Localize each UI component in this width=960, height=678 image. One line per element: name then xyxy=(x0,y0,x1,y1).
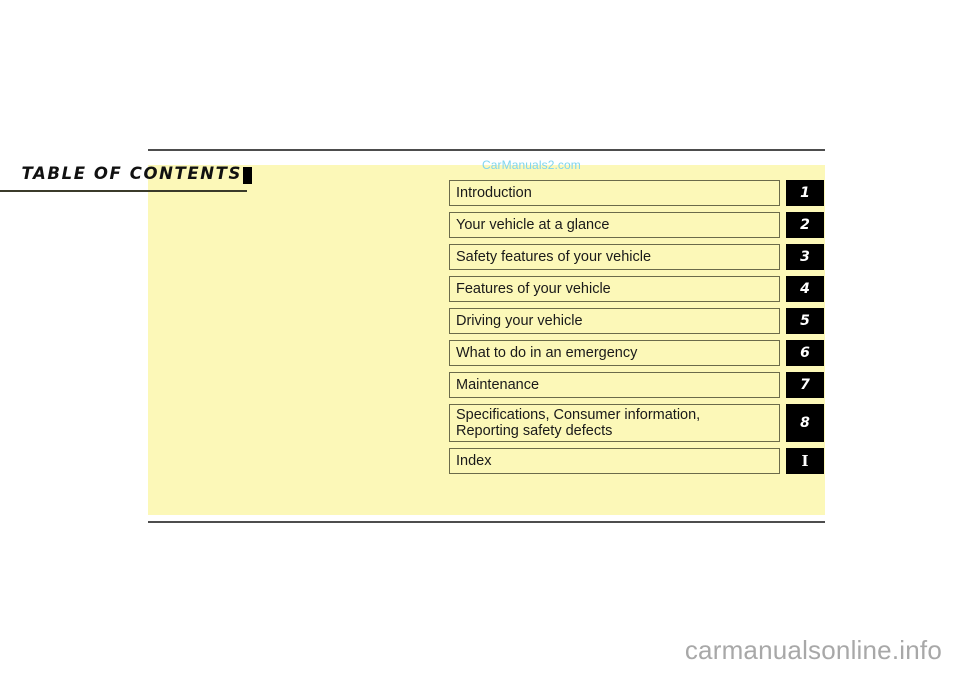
toc-badge-9[interactable]: I xyxy=(786,448,824,474)
toc-entry-label: What to do in an emergency xyxy=(456,345,638,361)
page-title: TABLE OF CONTENTS xyxy=(21,164,242,183)
title-block-marker-icon xyxy=(243,167,252,184)
toc-badge-label: 7 xyxy=(800,377,810,393)
toc-entry-2[interactable]: Your vehicle at a glance xyxy=(449,212,780,238)
toc-entry-6[interactable]: What to do in an emergency xyxy=(449,340,780,366)
toc-badge-3[interactable]: 3 xyxy=(786,244,824,270)
toc-badge-label: 4 xyxy=(800,281,810,297)
toc-badge-label: 6 xyxy=(800,345,810,361)
toc-entry-8[interactable]: Specifications, Consumer information, Re… xyxy=(449,404,780,442)
toc-entry-label: Driving your vehicle xyxy=(456,313,583,329)
toc-badge-4[interactable]: 4 xyxy=(786,276,824,302)
toc-badge-label: 5 xyxy=(800,313,810,329)
toc-entry-4[interactable]: Features of your vehicle xyxy=(449,276,780,302)
toc-badge-2[interactable]: 2 xyxy=(786,212,824,238)
toc-badge-1[interactable]: 1 xyxy=(786,180,824,206)
table-of-contents-heading: TABLE OF CONTENTS xyxy=(0,152,252,192)
toc-entry-label: Index xyxy=(456,453,492,469)
toc-row: Introduction 1 xyxy=(449,180,825,206)
toc-row: What to do in an emergency 6 xyxy=(449,340,825,366)
watermark-top: CarManuals2.com xyxy=(482,158,581,172)
toc-row: Features of your vehicle 4 xyxy=(449,276,825,302)
title-underline xyxy=(0,190,247,192)
toc-badge-label: 3 xyxy=(800,249,810,265)
toc-badge-6[interactable]: 6 xyxy=(786,340,824,366)
toc-entry-3[interactable]: Safety features of your vehicle xyxy=(449,244,780,270)
table-of-contents-list: Introduction 1 Your vehicle at a glance 2 Sa… xyxy=(449,180,825,480)
toc-badge-label: I xyxy=(801,452,809,470)
toc-badge-label: 1 xyxy=(800,185,810,201)
toc-entry-5[interactable]: Driving your vehicle xyxy=(449,308,780,334)
toc-entry-label: Features of your vehicle xyxy=(456,281,611,297)
toc-entry-label: Specifications, Consumer information, Re… xyxy=(456,407,701,439)
toc-row: Maintenance 7 xyxy=(449,372,825,398)
toc-badge-7[interactable]: 7 xyxy=(786,372,824,398)
toc-row: Index I xyxy=(449,448,825,474)
toc-entry-1[interactable]: Introduction xyxy=(449,180,780,206)
toc-row: Your vehicle at a glance 2 xyxy=(449,212,825,238)
page-rule-top xyxy=(148,149,825,151)
page-rule-bottom xyxy=(148,521,825,523)
toc-entry-label: Maintenance xyxy=(456,377,540,393)
toc-row: Driving your vehicle 5 xyxy=(449,308,825,334)
toc-badge-label: 8 xyxy=(800,415,810,431)
toc-badge-label: 2 xyxy=(800,217,810,233)
toc-row: Safety features of your vehicle 3 xyxy=(449,244,825,270)
watermark-bottom: carmanualsonline.info xyxy=(684,635,942,665)
toc-entry-label: Safety features of your vehicle xyxy=(456,249,652,265)
toc-entry-9[interactable]: Index xyxy=(449,448,780,474)
toc-row: Specifications, Consumer information, Re… xyxy=(449,404,825,442)
toc-badge-5[interactable]: 5 xyxy=(786,308,824,334)
toc-entry-label: Introduction xyxy=(456,185,532,201)
toc-entry-7[interactable]: Maintenance xyxy=(449,372,780,398)
toc-badge-8[interactable]: 8 xyxy=(786,404,824,442)
toc-entry-label: Your vehicle at a glance xyxy=(456,217,610,233)
